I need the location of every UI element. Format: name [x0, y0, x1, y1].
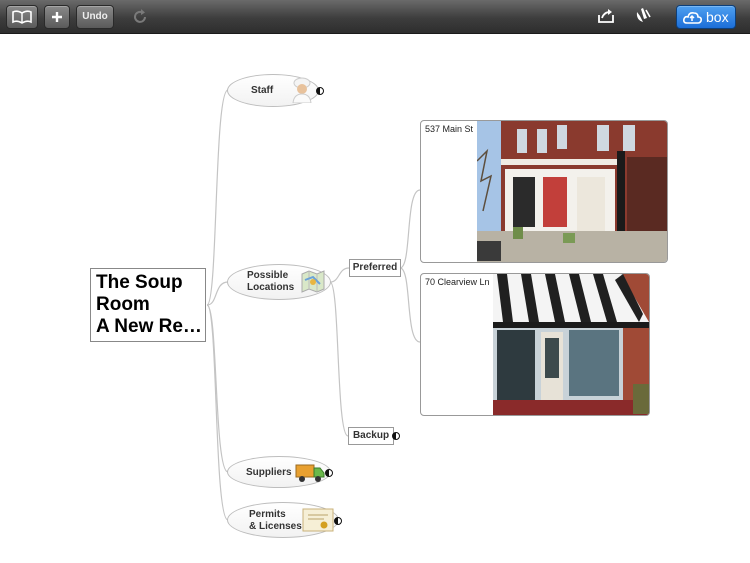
- root-topic[interactable]: The Soup Room A New Re…: [90, 268, 206, 342]
- delivery-truck-icon: [295, 464, 325, 482]
- locations-label: Possible Locations: [247, 270, 295, 293]
- map-icon: [301, 270, 325, 293]
- backup-expand-toggle[interactable]: [392, 432, 400, 440]
- root-line-1: The Soup: [96, 272, 183, 293]
- photo-card-clearview[interactable]: 70 Clearview Ln: [420, 273, 650, 416]
- chef-icon: [292, 77, 312, 103]
- staff-expand-toggle[interactable]: [316, 87, 324, 95]
- root-line-3: A New Re…: [96, 316, 202, 337]
- storefront-photo-2: [493, 274, 649, 415]
- storefront-photo-1: [477, 121, 667, 262]
- certificate-icon: [302, 508, 334, 532]
- main-st-caption: 537 Main St: [425, 124, 474, 134]
- root-line-2: Room: [96, 294, 150, 315]
- backup-node[interactable]: Backup: [348, 427, 394, 445]
- suppliers-expand-toggle[interactable]: [325, 469, 333, 477]
- permits-expand-toggle[interactable]: [334, 517, 342, 525]
- clearview-caption: 70 Clearview Ln: [425, 277, 490, 287]
- preferred-node[interactable]: Preferred: [349, 259, 401, 277]
- photo-card-main-st[interactable]: 537 Main St: [420, 120, 668, 263]
- permits-label: Permits & Licenses: [249, 509, 302, 532]
- suppliers-label: Suppliers: [246, 467, 292, 478]
- staff-label: Staff: [251, 85, 274, 96]
